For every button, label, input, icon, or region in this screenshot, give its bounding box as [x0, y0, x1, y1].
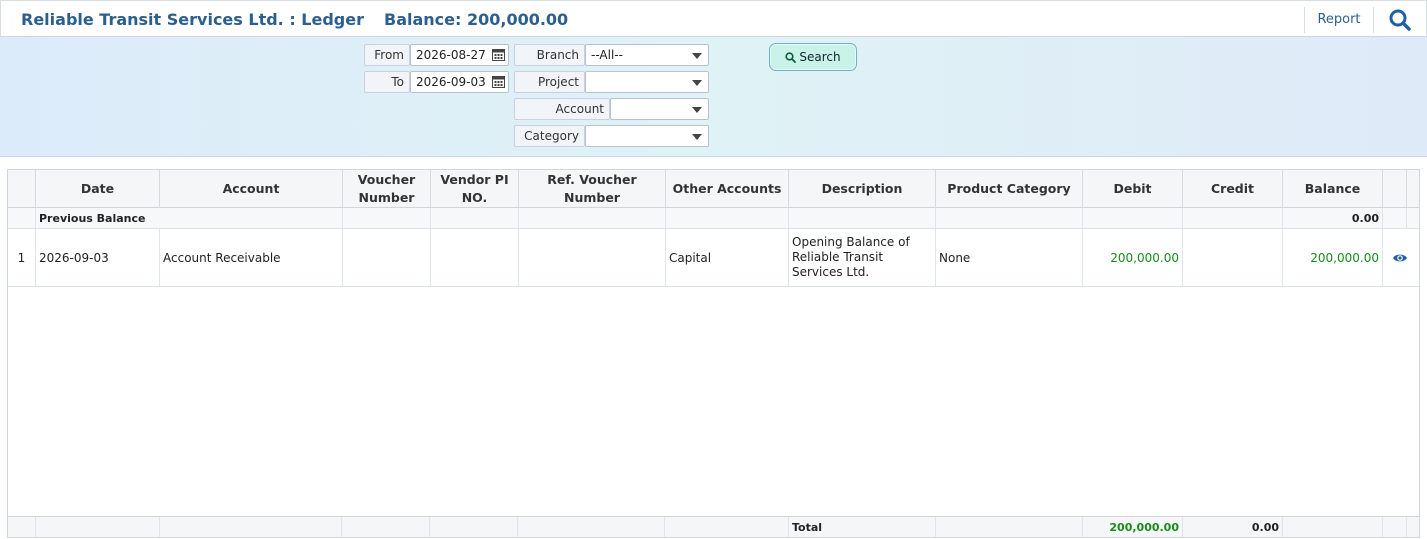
grid-header: Date Account Voucher Number Vendor PI NO…: [8, 170, 1419, 208]
chevron-down-icon: [692, 53, 702, 59]
chevron-down-icon: [692, 80, 702, 86]
row-date: 2026-09-03: [36, 229, 160, 286]
previous-balance-label: Previous Balance: [39, 211, 146, 225]
from-date-input[interactable]: 2026-08-27: [410, 44, 509, 66]
previous-balance-row: Previous Balance 0.00: [8, 208, 1419, 229]
col-vendor-pi[interactable]: Vendor PI NO.: [431, 170, 519, 208]
search-icon: [785, 52, 797, 63]
col-index: [8, 170, 36, 208]
report-link[interactable]: Report: [1304, 7, 1374, 33]
filter-panel: From 2026-08-27 To 2026-09-03 Branch --A…: [0, 37, 1427, 157]
row-other-accounts: Capital: [666, 229, 789, 286]
col-date[interactable]: Date: [36, 170, 160, 208]
col-account[interactable]: Account: [160, 170, 343, 208]
chevron-down-icon: [692, 107, 702, 113]
col-voucher-number[interactable]: Voucher Number: [343, 170, 431, 208]
category-label: Category: [514, 125, 585, 147]
row-voucher-number: [343, 229, 431, 286]
project-select[interactable]: [585, 71, 709, 93]
top-bar: Reliable Transit Services Ltd. : Ledger …: [0, 0, 1427, 37]
eye-icon[interactable]: [1383, 229, 1417, 286]
search-button-label: Search: [799, 50, 841, 64]
col-actions: [1383, 170, 1407, 208]
col-debit[interactable]: Debit: [1083, 170, 1183, 208]
category-select[interactable]: [585, 125, 709, 147]
to-date-input[interactable]: 2026-09-03: [410, 71, 509, 93]
row-index: 1: [8, 229, 36, 286]
col-credit[interactable]: Credit: [1183, 170, 1283, 208]
search-icon[interactable]: [1387, 7, 1413, 33]
row-account: Account Receivable: [160, 229, 343, 286]
totals-row: Total 200,000.00 0.00: [8, 516, 1419, 537]
row-debit: 200,000.00: [1083, 229, 1183, 286]
total-debit: 200,000.00: [1083, 517, 1183, 537]
calendar-icon[interactable]: [492, 75, 505, 88]
row-vendor-pi: [431, 229, 519, 286]
branch-select[interactable]: --All--: [585, 44, 709, 66]
col-balance[interactable]: Balance: [1283, 170, 1383, 208]
to-date-value: 2026-09-03: [416, 75, 486, 89]
totals-label: Total: [789, 517, 936, 537]
previous-balance-value: 0.00: [1283, 208, 1383, 228]
row-product-category: None: [936, 229, 1083, 286]
row-balance: 200,000.00: [1283, 229, 1383, 286]
project-label: Project: [514, 71, 585, 93]
to-label: To: [364, 71, 410, 93]
col-ref-voucher[interactable]: Ref. Voucher Number: [519, 170, 666, 208]
from-label: From: [364, 44, 410, 66]
branch-value: --All--: [591, 48, 623, 62]
from-date-value: 2026-08-27: [416, 48, 486, 62]
chevron-down-icon: [692, 134, 702, 140]
row-description: Opening Balance of Reliable Transit Serv…: [789, 229, 936, 286]
col-description[interactable]: Description: [789, 170, 936, 208]
ledger-grid: Date Account Voucher Number Vendor PI NO…: [7, 169, 1420, 538]
branch-label: Branch: [514, 44, 585, 66]
col-product-category[interactable]: Product Category: [936, 170, 1083, 208]
row-credit: [1183, 229, 1283, 286]
search-button[interactable]: Search: [769, 43, 857, 71]
balance-summary: Balance: 200,000.00: [384, 10, 569, 29]
table-row[interactable]: 1 2026-09-03 Account Receivable Capital …: [8, 229, 1419, 287]
page-title: Reliable Transit Services Ltd. : Ledger: [21, 10, 364, 29]
calendar-icon[interactable]: [492, 48, 505, 61]
col-other-accounts[interactable]: Other Accounts: [666, 170, 789, 208]
total-credit: 0.00: [1183, 517, 1283, 537]
row-ref-voucher: [519, 229, 666, 286]
account-select[interactable]: [610, 98, 709, 120]
account-label: Account: [514, 98, 610, 120]
